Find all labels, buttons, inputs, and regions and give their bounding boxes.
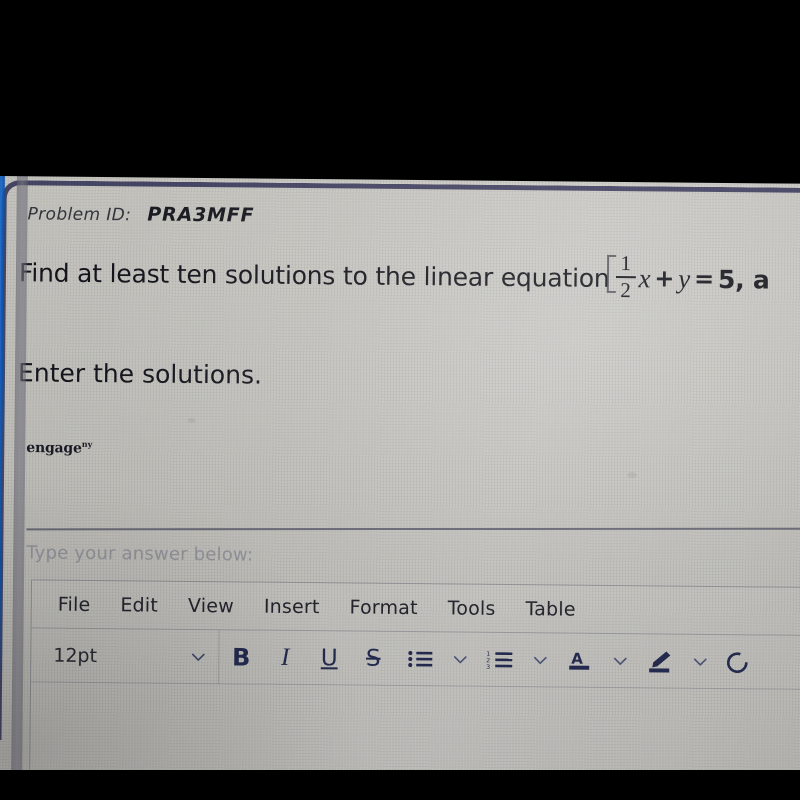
equation-equals: = [693, 264, 715, 293]
menu-item-file[interactable]: File [58, 593, 91, 615]
bullet-list-button[interactable] [395, 631, 446, 685]
editor-toolbar: 12pt B I U S 1 2 3 A [31, 627, 800, 691]
highlight-color-button[interactable] [635, 634, 686, 688]
chevron-down-icon [532, 655, 548, 665]
problem-id-label: Problem ID: [27, 204, 132, 226]
problem-id-row: Problem ID: PRA3MFF [27, 202, 255, 227]
italic-button[interactable]: I [263, 630, 308, 684]
text-color-button[interactable]: A [555, 633, 606, 687]
text-color-options-button[interactable] [605, 633, 636, 687]
numbered-list-options-button[interactable] [525, 633, 556, 687]
fraction-one-half: 1 2 [606, 251, 636, 303]
menu-item-tools[interactable]: Tools [448, 597, 496, 619]
editor-menubar: File Edit View Insert Format Tools Table [31, 580, 800, 637]
fraction-numerator: 1 [620, 251, 631, 276]
section-divider [26, 527, 800, 531]
rich-text-editor[interactable]: File Edit View Insert Format Tools Table… [29, 579, 800, 778]
svg-text:A: A [571, 649, 583, 667]
photo-bottom-black-band [0, 770, 800, 800]
menu-item-insert[interactable]: Insert [264, 595, 320, 618]
chevron-down-icon [612, 655, 628, 665]
equation-plus: + [654, 264, 675, 293]
chevron-down-icon [190, 651, 206, 661]
selection-caret-icon [606, 254, 616, 294]
fraction-denominator: 2 [620, 278, 631, 303]
photo-canvas: Problem ID: PRA3MFF Find at least ten so… [0, 0, 800, 800]
inline-equation: 1 2 x + y = 5 , a [606, 251, 770, 304]
numbered-list-icon: 1 2 3 [486, 649, 514, 670]
italic-icon: I [281, 643, 290, 671]
engageny-logo-superscript: ny [81, 438, 93, 449]
equation-trailing: , a [735, 264, 770, 294]
bold-icon: B [232, 642, 251, 672]
underline-button[interactable]: U [307, 631, 352, 685]
answer-prompt-label: Type your answer below: [26, 542, 254, 566]
bullet-list-options-button[interactable] [445, 632, 476, 686]
problem-content: Problem ID: PRA3MFF Find at least ten so… [0, 166, 800, 786]
engageny-logo-word: engage [26, 440, 82, 457]
numbered-list-button[interactable]: 1 2 3 [475, 632, 526, 686]
underline-icon: U [320, 644, 338, 671]
question-text: Find at least ten solutions to the linea… [19, 248, 770, 303]
chevron-down-icon [692, 656, 708, 666]
menu-item-table[interactable]: Table [525, 598, 575, 620]
eraser-icon [726, 651, 748, 673]
font-size-select[interactable]: 12pt [31, 627, 220, 684]
menu-item-edit[interactable]: Edit [120, 594, 158, 616]
strikethrough-icon: S [365, 645, 381, 672]
bullet-list-icon [407, 649, 433, 669]
problem-id-value: PRA3MFF [147, 203, 255, 227]
menu-item-view[interactable]: View [188, 594, 234, 616]
highlighter-pen-icon [647, 649, 673, 673]
svg-text:3: 3 [486, 663, 490, 669]
menu-item-format[interactable]: Format [349, 596, 417, 619]
bold-button[interactable]: B [219, 630, 264, 684]
font-size-value: 12pt [53, 644, 98, 667]
instruction-text: Enter the solutions. [17, 358, 263, 390]
highlight-color-options-button[interactable] [685, 634, 716, 688]
chevron-down-icon [452, 654, 468, 664]
clear-formatting-button[interactable] [715, 634, 760, 688]
text-color-icon: A [567, 648, 593, 672]
equation-variable-x: x [638, 262, 651, 293]
strikethrough-button[interactable]: S [351, 631, 396, 685]
engageny-logo: engageny [26, 438, 93, 457]
equation-value: 5 [717, 264, 736, 294]
photo-top-black-band [0, 0, 800, 167]
screen-area: Problem ID: PRA3MFF Find at least ten so… [0, 166, 800, 786]
question-prefix: Find at least ten solutions to the linea… [18, 257, 610, 293]
equation-variable-y: y [678, 263, 691, 294]
